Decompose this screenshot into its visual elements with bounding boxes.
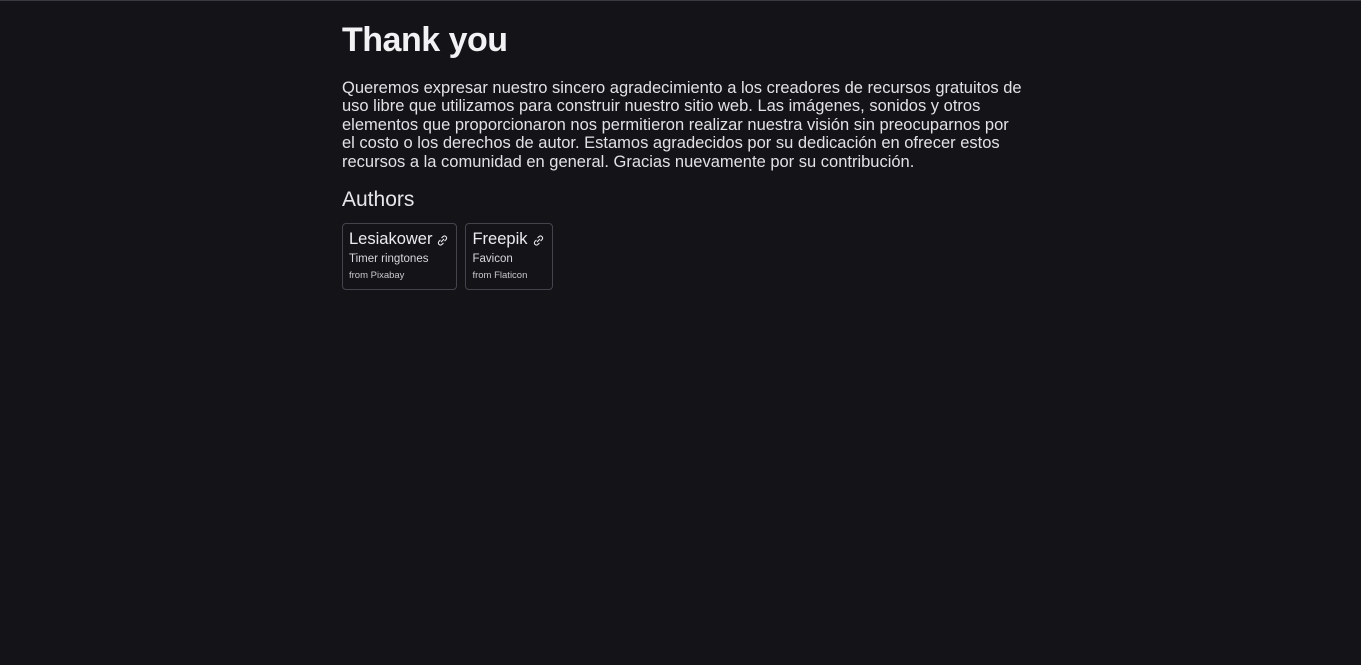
page-title: Thank you [342,21,508,59]
author-card: Lesiakower Timer ringtones from Pixabay [342,223,458,291]
top-border [0,0,1361,1]
author-link-lesiakower[interactable]: Lesiakower [349,229,449,249]
resource-name: Timer ringtones [349,253,429,266]
authors-heading: Authors [342,188,415,212]
resource-source: from Pixabay [349,270,405,282]
author-link-freepik[interactable]: Freepik [472,229,544,249]
resource-source: from Flaticon [472,270,528,282]
main-content: Thank you Queremos expresar nuestro sinc… [342,18,1022,291]
link-icon [533,235,543,246]
intro-paragraph: Queremos expresar nuestro sincero agrade… [342,79,1022,171]
author-name: Freepik [472,230,528,249]
author-name: Lesiakower [349,230,433,249]
authors-list: Lesiakower Timer ringtones from Pixabay … [342,223,1022,291]
author-card: Freepik Favicon from Flaticon [465,223,553,291]
resource-name: Favicon [472,253,513,266]
link-icon [438,235,448,246]
